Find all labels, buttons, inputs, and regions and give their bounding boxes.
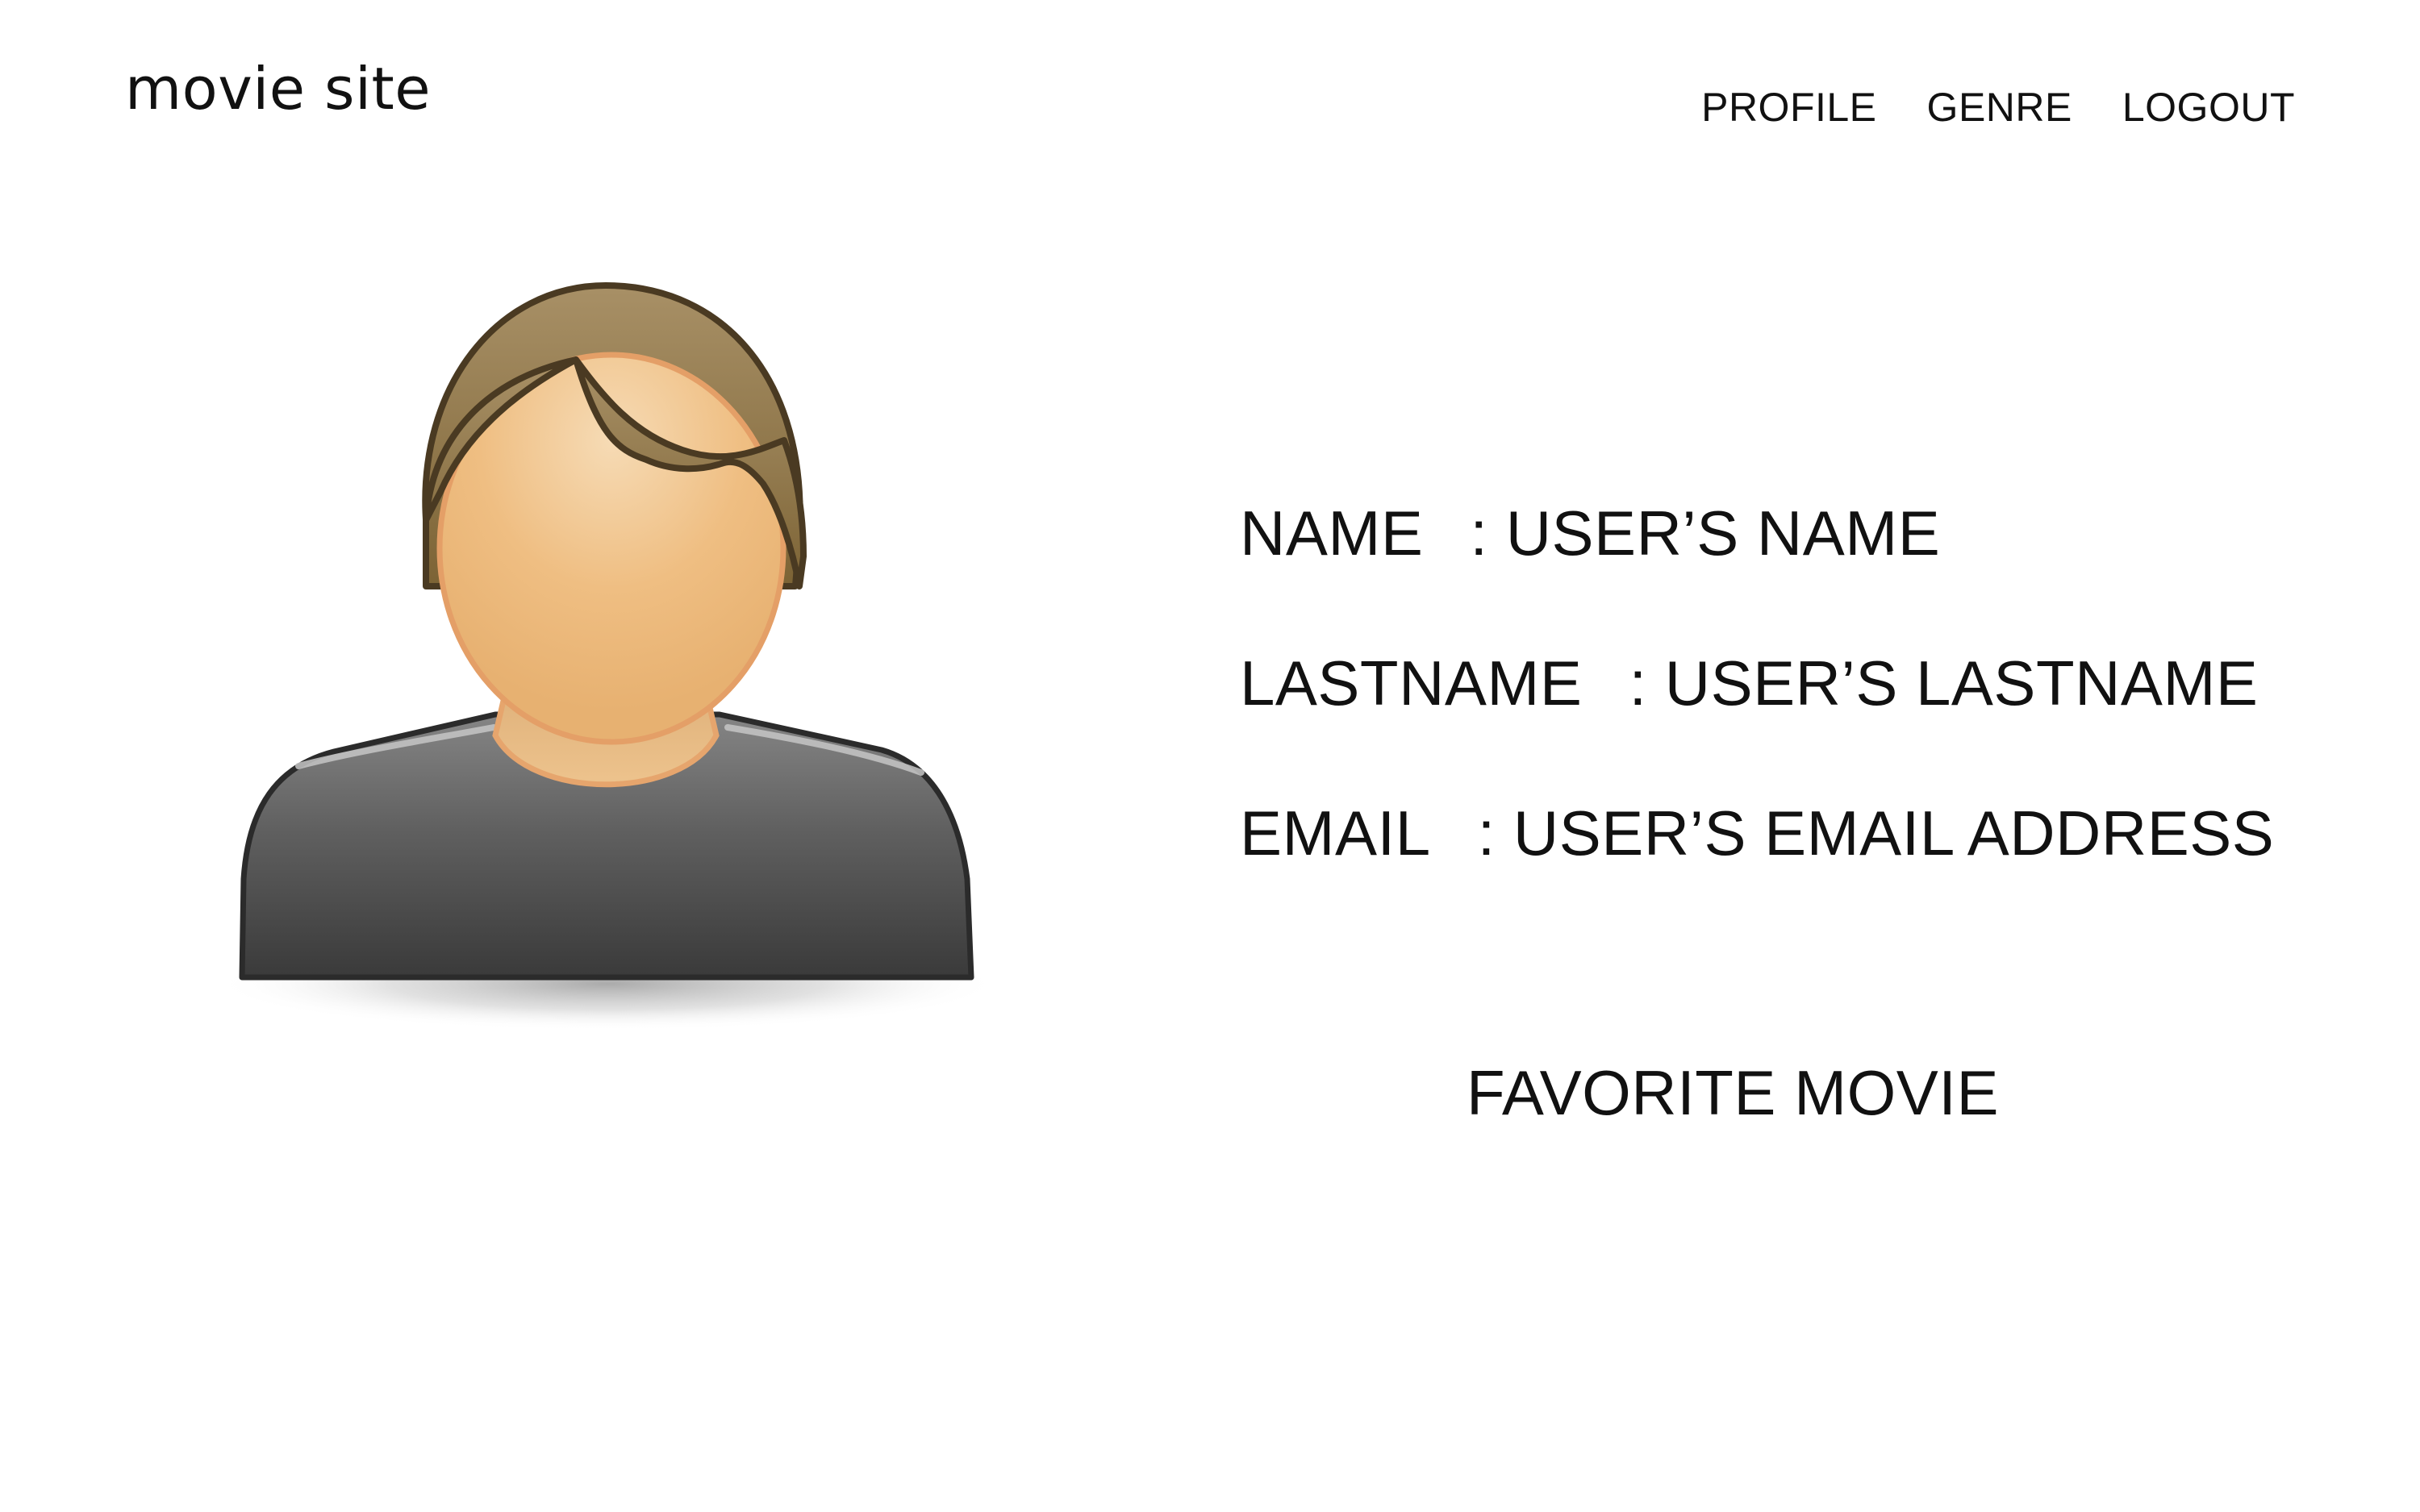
favorite-movie-heading: FAVORITE MOVIE [1467,1057,1999,1128]
email-row: EMAIL : USER’S EMAIL ADDRESS [1240,802,2274,864]
name-label: NAME [1240,498,1424,569]
nav-profile[interactable]: PROFILE [1701,87,1876,127]
lastname-row: LASTNAME : USER’S LASTNAME [1240,652,2274,714]
profile-details: NAME : USER’S NAME LASTNAME : USER’S LAS… [1240,502,2274,952]
lastname-value: : USER’S LASTNAME [1629,648,2259,719]
name-value: : USER’S NAME [1470,498,1941,569]
email-label: EMAIL [1240,798,1431,868]
email-value: : USER’S EMAIL ADDRESS [1477,798,2275,868]
nav-logout[interactable]: LOGOUT [2122,87,2295,127]
lastname-label: LASTNAME [1240,648,1583,719]
user-avatar-icon [215,282,1001,1028]
nav-genre[interactable]: GENRE [1927,87,2072,127]
site-title: movie site [125,55,432,123]
name-row: NAME : USER’S NAME [1240,502,2274,564]
top-navigation: PROFILE GENRE LOGOUT [1701,87,2295,127]
